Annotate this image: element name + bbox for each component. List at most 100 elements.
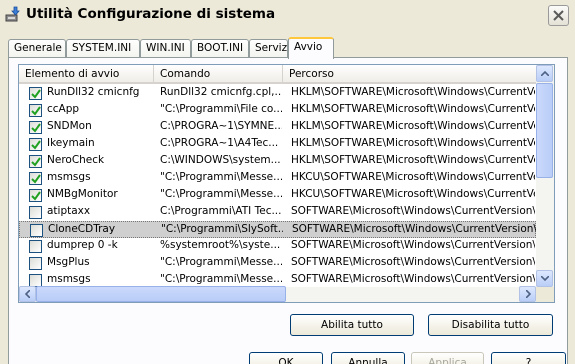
- tab-win-ini[interactable]: WIN.INI: [140, 39, 191, 58]
- startup-item-command: "C:\Programmi\Messe...: [160, 256, 282, 268]
- startup-row[interactable]: RunDll32 cmicnfg RunDll32 cmicnfg.cpl,...…: [19, 85, 536, 102]
- window-title: Utilità Configurazione di sistema: [26, 6, 276, 22]
- startup-row[interactable]: CloneCDTray "C:\Programmi\SlySoft... SOFTW…: [19, 221, 536, 238]
- checkmark-icon: [31, 123, 41, 133]
- vertical-scrollbar[interactable]: [536, 65, 554, 287]
- startup-item-name: msmsgs: [47, 171, 91, 183]
- tab-generale[interactable]: Generale: [8, 39, 66, 58]
- ok-button[interactable]: OK: [249, 352, 323, 364]
- startup-item-path: SOFTWARE\Microsoft\Windows\CurrentVersio…: [291, 239, 535, 251]
- checkmark-icon: [31, 89, 41, 99]
- scroll-left-button[interactable]: [19, 286, 36, 302]
- vertical-scroll-thumb[interactable]: [536, 83, 553, 178]
- system-config-window: Utilità Configurazione di sistema Genera…: [0, 0, 575, 364]
- startup-item-path: HKCU\SOFTWARE\Microsoft\Windows\CurrentV…: [291, 171, 535, 183]
- startup-checkbox[interactable]: [29, 240, 42, 253]
- checkmark-icon: [31, 191, 41, 201]
- checkmark-icon: [31, 106, 41, 116]
- arrow-down-icon: [541, 276, 549, 281]
- startup-row[interactable]: MsgPlus "C:\Programmi\Messe... SOFTWARE\Mi…: [19, 255, 536, 272]
- scroll-up-button[interactable]: [536, 65, 553, 82]
- startup-list: Elemento di avvio Comando Percorso RunDl…: [18, 64, 555, 303]
- startup-item-command: "C:\Programmi\Messe...: [160, 171, 282, 183]
- startup-row[interactable]: SNDMon C:\PROGRA~1\SYMNE... HKLM\SOFTWARE\…: [19, 119, 536, 136]
- checkmark-icon: [31, 157, 41, 167]
- startup-checkbox[interactable]: [29, 121, 42, 134]
- startup-item-path: SOFTWARE\Microsoft\Windows\CurrentVersio…: [291, 273, 535, 285]
- startup-item-command: "C:\Programmi\Messe...: [160, 188, 282, 200]
- startup-checkbox[interactable]: [29, 155, 42, 168]
- startup-row[interactable]: NeroCheck C:\WINDOWS\system... HKLM\SOFTWA…: [19, 153, 536, 170]
- startup-item-path: HKLM\SOFTWARE\Microsoft\Windows\CurrentV…: [291, 137, 535, 149]
- column-header-command[interactable]: Comando: [154, 65, 283, 84]
- help-button[interactable]: ?: [491, 352, 566, 364]
- startup-item-command: "C:\Programmi\File co...: [160, 103, 282, 115]
- checkmark-icon: [31, 140, 41, 150]
- startup-row[interactable]: dumprep 0 -k %systemroot%\syste... SOFTWAR…: [19, 238, 536, 255]
- apply-button[interactable]: Applica: [411, 352, 484, 364]
- arrow-up-icon: [541, 71, 549, 76]
- startup-item-command: C:\PROGRA~1\A4Tec...: [160, 137, 279, 149]
- startup-item-path: HKCU\SOFTWARE\Microsoft\Windows\CurrentV…: [291, 188, 535, 200]
- scroll-right-button[interactable]: [519, 286, 536, 302]
- startup-item-command: "C:\Programmi\SlySoft...: [161, 223, 283, 235]
- startup-row[interactable]: NMBgMonitor "C:\Programmi\Messe... HKCU\SO…: [19, 187, 536, 204]
- startup-item-command: %systemroot%\syste...: [160, 239, 281, 251]
- horizontal-scroll-thumb[interactable]: [36, 286, 286, 302]
- cancel-button[interactable]: Annulla: [331, 352, 405, 364]
- startup-item-name: MsgPlus: [47, 256, 90, 268]
- startup-item-path: SOFTWARE\Microsoft\Windows\CurrentVersio…: [292, 223, 536, 235]
- arrow-right-icon: [526, 290, 531, 298]
- startup-checkbox[interactable]: [29, 138, 42, 151]
- system-config-app-icon: [5, 6, 21, 22]
- startup-row[interactable]: atiptaxx C:\Programmi\ATI Tec... SOFTWARE\…: [19, 204, 536, 221]
- startup-item-path: SOFTWARE\Microsoft\Windows\CurrentVersio…: [291, 205, 535, 217]
- tab-system-ini[interactable]: SYSTEM.INI: [66, 39, 140, 58]
- startup-item-name: Ikeymain: [47, 137, 95, 149]
- startup-item-name: dumprep 0 -k: [47, 239, 118, 251]
- startup-row[interactable]: ccApp "C:\Programmi\File co... HKLM\SOFTWA…: [19, 102, 536, 119]
- startup-item-path: HKLM\SOFTWARE\Microsoft\Windows\CurrentV…: [291, 86, 535, 98]
- tab-avvio[interactable]: Avvio: [288, 37, 334, 59]
- tab-boot-ini[interactable]: BOOT.INI: [191, 39, 249, 58]
- startup-item-command: C:\PROGRA~1\SYMNE...: [160, 120, 282, 132]
- startup-checkbox[interactable]: [29, 104, 42, 117]
- startup-checkbox[interactable]: [29, 206, 42, 219]
- column-header-path[interactable]: Percorso: [283, 65, 536, 84]
- close-icon: [553, 10, 564, 21]
- startup-item-name: RunDll32 cmicnfg: [47, 86, 140, 98]
- startup-item-name: NeroCheck: [47, 154, 105, 166]
- startup-item-name: NMBgMonitor: [47, 188, 118, 200]
- tab-servizi[interactable]: Servizi: [249, 39, 290, 58]
- tab-strip: Generale SYSTEM.INI WIN.INI BOOT.INI Ser…: [8, 37, 568, 59]
- checkmark-icon: [31, 174, 41, 184]
- list-body: RunDll32 cmicnfg RunDll32 cmicnfg.cpl,...…: [19, 85, 536, 288]
- startup-item-path: SOFTWARE\Microsoft\Windows\CurrentVersio…: [291, 256, 535, 268]
- close-button[interactable]: [548, 5, 569, 26]
- startup-item-path: HKLM\SOFTWARE\Microsoft\Windows\CurrentV…: [291, 103, 535, 115]
- column-header-item[interactable]: Elemento di avvio: [19, 65, 154, 84]
- disable-all-button[interactable]: Disabilita tutto: [428, 314, 553, 336]
- startup-item-name: atiptaxx: [47, 205, 91, 217]
- startup-item-name: SNDMon: [47, 120, 92, 132]
- startup-item-command: C:\WINDOWS\system...: [160, 154, 281, 166]
- startup-row[interactable]: msmsgs "C:\Programmi\Messe... HKCU\SOFTWAR…: [19, 170, 536, 187]
- startup-row[interactable]: Ikeymain C:\PROGRA~1\A4Tec... HKLM\SOFTWAR…: [19, 136, 536, 153]
- title-bar[interactable]: Utilità Configurazione di sistema: [0, 0, 575, 30]
- startup-item-command: C:\Programmi\ATI Tec...: [160, 205, 282, 217]
- arrow-left-icon: [25, 290, 30, 298]
- startup-checkbox[interactable]: [29, 257, 42, 270]
- startup-item-path: HKLM\SOFTWARE\Microsoft\Windows\CurrentV…: [291, 120, 535, 132]
- enable-all-button[interactable]: Abilita tutto: [290, 314, 414, 336]
- startup-checkbox[interactable]: [29, 189, 42, 202]
- startup-item-command: RunDll32 cmicnfg.cpl,...: [160, 86, 282, 98]
- startup-item-path: HKLM\SOFTWARE\Microsoft\Windows\CurrentV…: [291, 154, 535, 166]
- startup-item-name: ccApp: [47, 103, 80, 115]
- scroll-down-button[interactable]: [536, 270, 553, 287]
- scrollbar-corner: [536, 287, 554, 302]
- horizontal-scrollbar[interactable]: [19, 286, 536, 302]
- startup-item-name: CloneCDTray: [48, 223, 116, 235]
- startup-checkbox[interactable]: [29, 172, 42, 185]
- startup-checkbox[interactable]: [30, 224, 43, 237]
- startup-checkbox[interactable]: [29, 87, 42, 100]
